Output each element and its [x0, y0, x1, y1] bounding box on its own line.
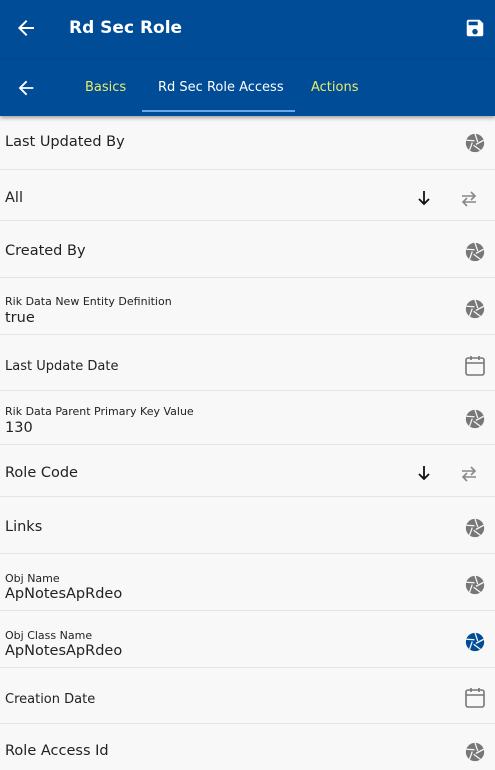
field-caption: Obj Class Name	[5, 629, 93, 642]
active-tab-indicator	[142, 110, 295, 112]
field-row-links[interactable]: Links	[0, 497, 495, 554]
field-label: Role Access Id	[5, 743, 109, 759]
swap-icon[interactable]	[459, 466, 479, 482]
field-row-obj-name[interactable]: Obj Name ApNotesApRdeo	[0, 554, 495, 611]
back-arrow-icon[interactable]	[14, 16, 38, 40]
sort-row-all[interactable]: All	[0, 170, 495, 221]
sort-label: Role Code	[5, 465, 78, 481]
field-row-creation-date[interactable]: Creation Date	[0, 668, 495, 724]
field-row-parent-primary-key[interactable]: Rik Data Parent Primary Key Value 130	[0, 391, 495, 445]
sort-row-role-code[interactable]: Role Code	[0, 445, 495, 497]
calendar-icon[interactable]	[464, 687, 486, 709]
aperture-icon[interactable]	[464, 298, 486, 320]
field-value: true	[5, 310, 35, 326]
sort-label: All	[5, 190, 23, 206]
field-row-obj-class-name[interactable]: Obj Class Name ApNotesApRdeo	[0, 611, 495, 668]
field-label: Last Updated By	[5, 134, 125, 150]
field-value: ApNotesApRdeo	[5, 586, 123, 602]
arrow-down-icon[interactable]	[417, 190, 431, 206]
field-row-created-by[interactable]: Created By	[0, 221, 495, 278]
aperture-icon-active[interactable]	[464, 631, 486, 653]
field-row-new-entity-definition[interactable]: Rik Data New Entity Definition true	[0, 278, 495, 335]
field-label: Creation Date	[5, 692, 96, 707]
aperture-icon[interactable]	[464, 741, 486, 763]
aperture-icon[interactable]	[464, 132, 486, 154]
tab-actions[interactable]: Actions	[311, 80, 359, 95]
tab-back-arrow-icon[interactable]	[14, 77, 38, 99]
field-row-last-updated-by[interactable]: Last Updated By	[0, 116, 495, 170]
app-bar: Rd Sec Role	[0, 0, 495, 60]
tab-basics[interactable]: Basics	[85, 80, 126, 95]
field-value: ApNotesApRdeo	[5, 643, 123, 659]
aperture-icon[interactable]	[464, 408, 486, 430]
field-row-role-access-id[interactable]: Role Access Id	[0, 724, 495, 770]
field-label: Created By	[5, 243, 86, 259]
tab-rd-sec-role-access[interactable]: Rd Sec Role Access	[158, 80, 284, 95]
save-icon[interactable]	[464, 17, 486, 39]
field-label: Links	[5, 519, 43, 535]
calendar-icon[interactable]	[464, 355, 486, 377]
aperture-icon[interactable]	[464, 574, 486, 596]
page-title: Rd Sec Role	[69, 18, 183, 38]
field-label: Last Update Date	[5, 359, 119, 374]
field-row-last-update-date[interactable]: Last Update Date	[0, 335, 495, 391]
field-caption: Rik Data Parent Primary Key Value	[5, 405, 194, 418]
field-caption: Rik Data New Entity Definition	[5, 295, 172, 308]
swap-icon[interactable]	[459, 191, 479, 207]
field-caption: Obj Name	[5, 572, 60, 585]
aperture-icon[interactable]	[464, 241, 486, 263]
arrow-down-icon[interactable]	[417, 465, 431, 481]
aperture-icon[interactable]	[464, 517, 486, 539]
tab-bar: Basics Rd Sec Role Access Actions	[0, 60, 495, 116]
field-value: 130	[5, 420, 33, 436]
